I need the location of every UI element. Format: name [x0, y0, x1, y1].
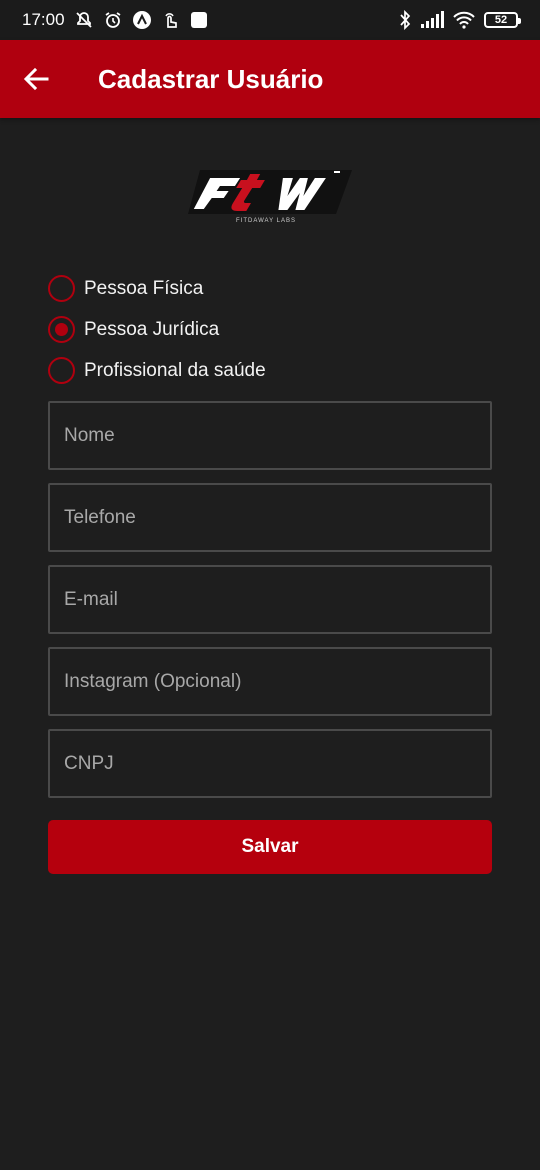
instagram-field-container — [48, 647, 492, 716]
status-right: 52 — [398, 10, 521, 30]
status-bar: 17:00 52 — [0, 0, 540, 40]
email-field[interactable] — [50, 567, 490, 632]
account-type-radio-group: Pessoa Física Pessoa Jurídica Profission… — [48, 268, 448, 391]
square-icon — [190, 11, 208, 29]
arrow-left-icon — [23, 67, 49, 91]
radio-button[interactable] — [48, 357, 75, 384]
app-icon — [132, 10, 152, 30]
status-time: 17:00 — [22, 10, 65, 29]
alarm-icon — [103, 10, 123, 30]
radio-button[interactable] — [48, 275, 75, 302]
radio-profissional-saude[interactable]: Profissional da saúde — [48, 350, 448, 391]
cnpj-field-container — [48, 729, 492, 798]
signal-icon — [420, 11, 444, 29]
status-left: 17:00 — [22, 10, 208, 30]
battery-icon: 52 — [484, 12, 521, 28]
wifi-icon — [452, 11, 476, 29]
bluetooth-icon — [398, 10, 412, 30]
instagram-field[interactable] — [50, 649, 490, 714]
page-title: Cadastrar Usuário — [98, 63, 324, 94]
ftw-logo: FITDAWAY LABS — [186, 156, 354, 226]
radio-pessoa-juridica[interactable]: Pessoa Jurídica — [48, 309, 448, 350]
name-field[interactable] — [50, 403, 490, 468]
back-button[interactable] — [18, 61, 54, 97]
radio-pessoa-fisica[interactable]: Pessoa Física — [48, 268, 448, 309]
app-bar: Cadastrar Usuário — [0, 40, 540, 118]
radio-button-selected[interactable] — [48, 316, 75, 343]
registration-form — [48, 401, 492, 811]
cnpj-field[interactable] — [50, 731, 490, 796]
name-field-container — [48, 401, 492, 470]
battery-level: 52 — [494, 14, 508, 26]
phone-field-container — [48, 483, 492, 552]
radio-label: Profissional da saúde — [84, 359, 266, 381]
gesture-icon — [161, 10, 181, 30]
email-field-container — [48, 565, 492, 634]
radio-label: Pessoa Física — [84, 277, 204, 299]
radio-selected-dot — [55, 323, 68, 336]
phone-field[interactable] — [50, 485, 490, 550]
mute-icon — [74, 10, 94, 30]
radio-label: Pessoa Jurídica — [84, 318, 220, 340]
save-button[interactable]: Salvar — [48, 820, 492, 874]
svg-text:FITDAWAY LABS: FITDAWAY LABS — [236, 218, 296, 224]
